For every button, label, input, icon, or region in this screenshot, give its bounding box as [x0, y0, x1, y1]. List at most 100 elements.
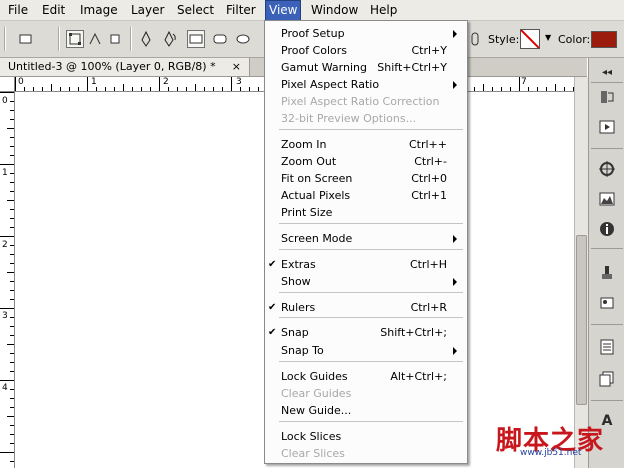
actions-icon[interactable] — [597, 118, 617, 136]
menu-separator — [279, 421, 463, 422]
menu-item-label: Proof Setup — [281, 27, 345, 40]
ruler-label: 4 — [2, 383, 8, 393]
menu-item-label: New Guide... — [281, 404, 352, 417]
color-swatch[interactable] — [591, 31, 617, 48]
navigator-icon[interactable] — [597, 160, 617, 178]
menu-item-rulers[interactable]: ✔ Rulers Ctrl+R — [265, 299, 465, 316]
watermark-url: www.jb51.net — [520, 448, 582, 458]
menu-item-label: Actual Pixels — [281, 189, 351, 202]
menu-item-label: Print Size — [281, 206, 333, 219]
ruler-label: 3 — [2, 311, 8, 321]
menu-file[interactable]: File — [5, 2, 31, 18]
menu-item-clear-guides: Clear Guides — [265, 385, 465, 402]
menu-item-label: Proof Colors — [281, 44, 347, 57]
menu-item-proof-colors[interactable]: Proof Colors Ctrl+Y — [265, 42, 465, 59]
menu-item-label: Extras — [281, 258, 316, 271]
ruler-label: 0 — [18, 77, 24, 87]
menu-item-zoom-in[interactable]: Zoom In Ctrl++ — [265, 136, 465, 153]
freeform-pen-icon[interactable] — [160, 30, 178, 48]
history-icon[interactable] — [597, 88, 617, 106]
submenu-arrow-icon — [453, 81, 457, 89]
menu-help[interactable]: Help — [367, 2, 400, 18]
info-icon[interactable] — [597, 220, 617, 238]
menu-select[interactable]: Select — [174, 2, 217, 18]
menu-item-actual-pixels[interactable]: Actual Pixels Ctrl+1 — [265, 187, 465, 204]
menu-separator — [279, 361, 463, 362]
scrollbar-thumb[interactable] — [576, 235, 587, 405]
check-icon: ✔ — [268, 302, 277, 313]
menu-window[interactable]: Window — [308, 2, 361, 18]
ruler-origin[interactable] — [0, 77, 15, 92]
menu-item-show[interactable]: Show — [265, 273, 465, 290]
ruler-label: 2 — [2, 240, 8, 250]
ruler-label: 3 — [236, 77, 242, 87]
shape-layers-icon[interactable] — [66, 30, 84, 48]
vertical-ruler[interactable]: 0 1 2 3 4 — [0, 91, 15, 468]
menu-item-screen-mode[interactable]: Screen Mode — [265, 230, 465, 247]
menu-item-32-bit-preview-options: 32-bit Preview Options... — [265, 110, 465, 127]
menu-view[interactable]: View — [265, 0, 302, 21]
menu-item-fit-on-screen[interactable]: Fit on Screen Ctrl+0 — [265, 170, 465, 187]
pen-tool-icon[interactable] — [137, 30, 155, 48]
rounded-rectangle-icon[interactable] — [211, 30, 229, 48]
link-icon[interactable] — [466, 30, 484, 48]
document-tab[interactable]: Untitled-3 @ 100% (Layer 0, RGB/8) * × — [0, 58, 250, 76]
layers-icon[interactable] — [597, 338, 617, 356]
tool-presets-icon[interactable] — [597, 294, 617, 312]
vertical-scrollbar[interactable] — [574, 77, 588, 468]
ellipse-tool-icon[interactable] — [234, 30, 252, 48]
ruler-label: 7 — [521, 77, 527, 87]
menu-item-snap-to[interactable]: Snap To — [265, 342, 465, 359]
ruler-label: 1 — [91, 77, 97, 87]
channels-icon[interactable] — [597, 370, 617, 388]
menu-item-new-guide[interactable]: New Guide... — [265, 402, 465, 419]
menu-filter[interactable]: Filter — [223, 2, 259, 18]
close-icon[interactable]: × — [232, 58, 241, 76]
rectangle-tool-icon[interactable] — [187, 30, 205, 48]
menu-item-label: Gamut Warning — [281, 61, 367, 74]
menu-item-label: Clear Slices — [281, 447, 345, 460]
menu-separator — [279, 223, 463, 224]
menu-edit[interactable]: Edit — [39, 2, 68, 18]
check-icon: ✔ — [268, 259, 277, 270]
style-dropdown-arrow-icon[interactable]: ▼ — [545, 33, 551, 42]
style-picker[interactable] — [520, 29, 540, 49]
ruler-label: 2 — [163, 77, 169, 87]
menu-item-shortcut: Ctrl+- — [414, 155, 447, 168]
collapse-panels-icon[interactable]: ◂◂ — [597, 64, 617, 82]
check-icon: ✔ — [268, 327, 277, 338]
menu-item-lock-guides[interactable]: Lock Guides Alt+Ctrl+; — [265, 368, 465, 385]
fill-pixels-icon[interactable] — [106, 30, 124, 48]
color-label: Color: — [558, 33, 591, 46]
menu-item-label: Pixel Aspect Ratio — [281, 78, 380, 91]
menu-item-shortcut: Alt+Ctrl+; — [390, 370, 447, 383]
shape-tool-preset-icon[interactable] — [17, 30, 35, 48]
submenu-arrow-icon — [453, 235, 457, 243]
menu-item-label: Clear Guides — [281, 387, 352, 400]
menu-item-lock-slices[interactable]: Lock Slices — [265, 428, 465, 445]
submenu-arrow-icon — [453, 30, 457, 38]
clone-source-icon[interactable] — [597, 264, 617, 282]
menu-item-label: Snap — [281, 326, 309, 339]
menu-item-print-size[interactable]: Print Size — [265, 204, 465, 221]
menu-item-label: 32-bit Preview Options... — [281, 112, 417, 125]
style-label: Style: — [488, 33, 520, 46]
menu-item-label: Fit on Screen — [281, 172, 353, 185]
view-menu: Proof Setup Proof Colors Ctrl+Y Gamut Warni… — [264, 20, 468, 464]
menu-item-proof-setup[interactable]: Proof Setup — [265, 25, 465, 42]
menu-item-label: Snap To — [281, 344, 324, 357]
menu-item-pixel-aspect-ratio-correction: Pixel Aspect Ratio Correction — [265, 93, 465, 110]
paths-icon[interactable] — [86, 30, 104, 48]
histogram-icon[interactable] — [597, 190, 617, 208]
menu-item-shortcut: Ctrl+Y — [411, 44, 447, 57]
menu-item-extras[interactable]: ✔ Extras Ctrl+H — [265, 256, 465, 273]
menu-item-gamut-warning[interactable]: Gamut Warning Shift+Ctrl+Y — [265, 59, 465, 76]
submenu-arrow-icon — [453, 347, 457, 355]
ruler-ticks — [0, 92, 14, 462]
menu-layer[interactable]: Layer — [128, 2, 167, 18]
menu-item-zoom-out[interactable]: Zoom Out Ctrl+- — [265, 153, 465, 170]
menu-item-shortcut: Ctrl+H — [409, 258, 447, 271]
menu-item-snap[interactable]: ✔ Snap Shift+Ctrl+; — [265, 324, 465, 341]
menu-image[interactable]: Image — [77, 2, 121, 18]
menu-item-pixel-aspect-ratio[interactable]: Pixel Aspect Ratio — [265, 76, 465, 93]
